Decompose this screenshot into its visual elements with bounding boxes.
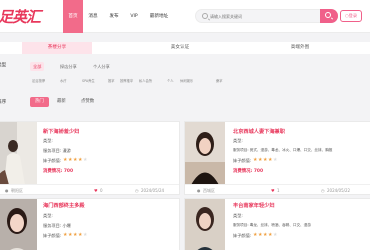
nav-messages[interactable]: 消息 bbox=[86, 0, 100, 33]
post-service: 服务项目: 莞式、漫游、毒龙、冰火、口爆、口交、丝袜、胸推 bbox=[233, 148, 333, 152]
post-quality-label: 妹子颜值: bbox=[43, 233, 62, 238]
photo-image bbox=[0, 122, 37, 185]
rating-stars: ★★★★★ bbox=[63, 232, 88, 238]
tag-item[interactable]: 水疗 bbox=[60, 78, 67, 85]
post-type: 类型: bbox=[43, 138, 53, 143]
tab-tea-share[interactable]: 茶楼分享 bbox=[22, 42, 92, 54]
tag-item[interactable]: 按摩推拿 bbox=[120, 78, 133, 85]
post-quality-label: 妹子颜值: bbox=[233, 158, 252, 163]
card-footer: ● 朝阳区 ♥ 0 ◷ 2024/05/24 bbox=[0, 184, 179, 194]
nav-publish[interactable]: 发布 bbox=[107, 0, 121, 33]
location-pin-icon: ● bbox=[197, 188, 201, 193]
login-label: 登录 bbox=[348, 13, 358, 18]
nav-home[interactable]: 首页 bbox=[63, 0, 83, 33]
post-photo bbox=[185, 122, 225, 185]
heart-icon[interactable]: ♥ bbox=[94, 188, 98, 193]
sort-likes[interactable]: 点赞数 bbox=[76, 97, 99, 107]
sort-label: 排序 bbox=[0, 100, 7, 105]
post-type: 类型: bbox=[233, 138, 243, 143]
site-logo[interactable]: 足英汇 bbox=[0, 6, 41, 27]
type-filter-label: 类型 bbox=[0, 63, 7, 68]
search-button[interactable] bbox=[320, 9, 338, 23]
top-header: 足英汇 首页 消息 发布 VIP 最新地址 ○登录 bbox=[0, 0, 370, 33]
rating-stars: ★★★★★ bbox=[253, 232, 278, 238]
search-icon bbox=[202, 13, 208, 19]
post-title[interactable]: 丰台南家年轻少妇 bbox=[233, 202, 275, 209]
post-date: 2024/05/24 bbox=[141, 188, 165, 193]
tag-item[interactable]: 私人会所 bbox=[139, 78, 152, 85]
filter-type-store[interactable]: 探店分享 bbox=[57, 62, 80, 71]
post-service: 服务项目: 漫游 bbox=[43, 148, 71, 153]
sort-hot[interactable]: 热门 bbox=[30, 97, 49, 107]
post-likes: 0 bbox=[100, 188, 103, 193]
tag-item[interactable]: 桑拿 bbox=[216, 78, 223, 85]
clock-icon: ◷ bbox=[321, 188, 325, 193]
post-service: 服务项目: 小爆 bbox=[43, 223, 71, 228]
photo-image bbox=[0, 199, 37, 250]
card-footer: ● 西城区 ♥ 1 ◷ 2024/05/22 bbox=[185, 184, 370, 194]
search-icon bbox=[325, 12, 331, 18]
photo-image bbox=[185, 122, 225, 185]
tab-high-end[interactable]: 高端外围 bbox=[270, 42, 330, 54]
tag-item[interactable]: 足浴按摩 bbox=[32, 78, 45, 85]
post-photo bbox=[0, 122, 37, 185]
search-input[interactable] bbox=[210, 11, 310, 21]
rating-stars: ★★★★★ bbox=[63, 157, 88, 163]
post-title[interactable]: 新下海娇羞少妇 bbox=[43, 128, 79, 135]
location-pin-icon: ● bbox=[5, 188, 9, 193]
nav-vip[interactable]: VIP bbox=[127, 0, 141, 33]
clock-icon: ◷ bbox=[135, 188, 139, 193]
tag-item[interactable]: 个人 bbox=[167, 78, 174, 85]
post-card[interactable]: 海门西部终主多殿 类型: 服务项目: 小爆 妹子颜值: ★★★★★ bbox=[0, 198, 180, 250]
post-title[interactable]: 北京西城人妻下海兼职 bbox=[233, 128, 285, 135]
post-card[interactable]: 北京西城人妻下海兼职 类型: 服务项目: 莞式、漫游、毒龙、冰火、口爆、口交、丝… bbox=[184, 121, 370, 195]
post-service: 服务项目: 毒龙、丝袜、喷酒、吞精、口交、漫游 bbox=[233, 223, 311, 227]
post-card[interactable]: 新下海娇羞少妇 类型: 服务项目: 漫游 妹子颜值: ★★★★★ 消费情况: 7… bbox=[0, 121, 180, 195]
post-quality-label: 妹子颜值: bbox=[43, 158, 62, 163]
tab-verified-beauty[interactable]: 美女认证 bbox=[150, 42, 210, 54]
heart-icon[interactable]: ♥ bbox=[271, 188, 275, 193]
post-price: 消费情况: 700 bbox=[43, 169, 74, 174]
post-type: 类型: bbox=[233, 213, 243, 218]
post-card[interactable]: 丰台南家年轻少妇 类型: 服务项目: 毒龙、丝袜、喷酒、吞精、口交、漫游 妹子颜… bbox=[184, 198, 370, 250]
filter-type-all[interactable]: 全部 bbox=[30, 62, 45, 71]
tag-item[interactable]: SPA养生 bbox=[82, 78, 95, 85]
nav-latest-address[interactable]: 最新地址 bbox=[146, 0, 172, 33]
post-date: 2024/05/22 bbox=[327, 188, 351, 193]
post-type: 类型: bbox=[43, 213, 53, 218]
tag-item[interactable]: 休闲娱乐 bbox=[180, 78, 193, 85]
post-title[interactable]: 海门西部终主多殿 bbox=[43, 202, 85, 209]
post-photo bbox=[0, 199, 37, 250]
photo-image bbox=[185, 199, 225, 250]
tag-item[interactable]: 推拿 bbox=[108, 78, 115, 85]
post-location: 西城区 bbox=[203, 188, 215, 193]
sort-newest[interactable]: 最新 bbox=[52, 97, 71, 107]
post-photo bbox=[185, 199, 225, 250]
rating-stars: ★★★★★ bbox=[253, 157, 278, 163]
login-button[interactable]: ○登录 bbox=[340, 10, 362, 22]
post-location: 朝阳区 bbox=[11, 188, 23, 193]
search-box bbox=[195, 9, 338, 23]
filter-type-personal[interactable]: 个人分享 bbox=[90, 62, 113, 71]
post-quality-label: 妹子颜值: bbox=[233, 233, 252, 238]
category-tabs: 茶楼分享 美女认证 高端外围 bbox=[0, 42, 370, 54]
page: { "header": { "logo": "足英汇", "nav": ["首页… bbox=[0, 0, 370, 250]
post-likes: 1 bbox=[277, 188, 280, 193]
post-price: 消费情况: 700 bbox=[233, 169, 264, 174]
